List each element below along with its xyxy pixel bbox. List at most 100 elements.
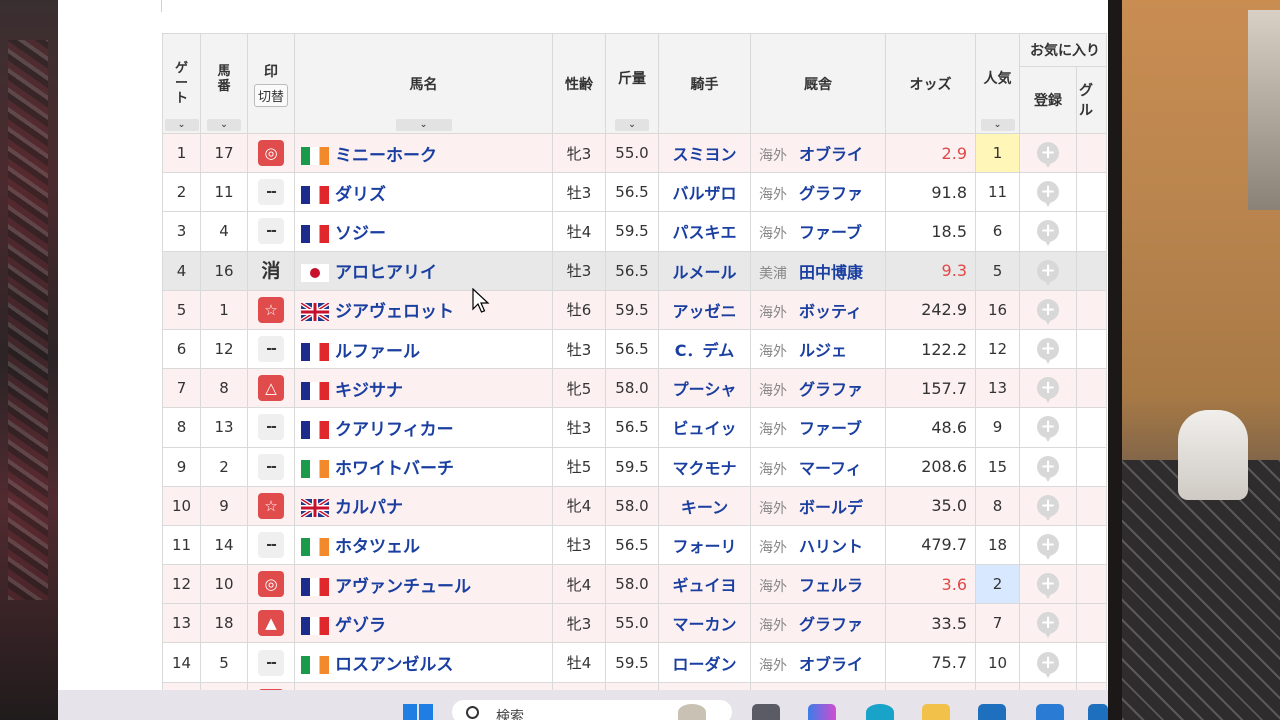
add-favorite-pin-icon[interactable]: + [1037,181,1059,208]
favorite-register-cell[interactable]: + [1019,368,1077,409]
prediction-mark-button[interactable]: -- [258,336,284,363]
jockey-link[interactable]: ルメール [658,250,751,291]
jockey-link[interactable]: C．デム [658,328,751,370]
jockey-link[interactable]: ビュイッ [658,407,751,448]
header-weight[interactable]: 斤量 ⌄ [605,33,659,134]
prediction-mark-button[interactable]: -- [258,414,284,441]
table-row[interactable]: 13 18 ▲ ゲゾラ 牝3 55.0 マーカン 海外 グラファ 33.5 7 + [162,603,1107,644]
trainer-link[interactable]: グラファ [799,615,863,634]
favorite-register-cell[interactable]: + [1019,524,1077,566]
jockey-link[interactable]: アッゼニ [658,289,751,330]
trainer-link[interactable]: オブライ [799,145,863,164]
favorite-register-cell[interactable]: + [1019,564,1077,605]
add-favorite-pin-icon[interactable]: + [1037,612,1059,639]
trainer-link[interactable]: ファーブ [799,223,862,242]
prediction-mark-button[interactable]: ◎ [258,140,284,167]
mark-cell[interactable]: △ [247,368,295,409]
mail-icon[interactable] [1036,704,1064,720]
trainer-link[interactable]: フェルラ [799,576,863,595]
mark-cell[interactable]: ◎ [247,132,295,174]
horse-name-link[interactable]: ホワイトバーチ [335,459,454,479]
horse-name-link[interactable]: アロヒアリイ [335,263,437,283]
jockey-link[interactable]: マーフィ [658,681,751,690]
trainer-link[interactable]: マーフィ [799,459,862,478]
mark-cell[interactable]: -- [247,446,295,487]
add-favorite-pin-icon[interactable]: + [1037,533,1059,560]
table-row[interactable]: 3 4 -- ソジー 牡4 59.5 パスキエ 海外 ファーブ 18.5 6 + [162,211,1107,252]
prediction-mark-button[interactable]: ☆ [258,296,284,323]
add-favorite-pin-icon[interactable]: + [1037,377,1059,404]
table-row[interactable]: 2 11 -- ダリズ 牡3 56.5 バルザロ 海外 グラファ 91.8 11 + [162,172,1107,213]
mark-cell[interactable]: -- [247,407,295,448]
jockey-link[interactable]: マーカン [658,603,751,644]
folder-icon[interactable] [922,704,950,720]
favorite-register-cell[interactable]: + [1019,603,1077,644]
jockey-link[interactable]: キーン [658,485,751,526]
header-popularity[interactable]: 人気 ⌄ [975,33,1020,134]
edge-icon[interactable] [866,704,894,720]
prediction-mark-button[interactable]: 消 [258,258,284,284]
windows-start-icon[interactable] [403,704,433,720]
prediction-mark-button[interactable]: △ [258,375,284,402]
favorite-register-cell[interactable]: + [1019,211,1077,252]
prediction-mark-button[interactable]: -- [258,453,284,480]
horse-name-link[interactable]: ジアヴェロット [335,302,454,322]
header-horse-name[interactable]: 馬名 ⌄ [294,33,553,134]
favorite-register-cell[interactable]: + [1019,485,1077,526]
table-row[interactable]: 12 10 ◎ アヴァンチュール 牝4 58.0 ギュイヨ 海外 フェルラ 3.6 2 + [162,564,1107,605]
favorite-register-cell[interactable]: + [1019,642,1077,683]
table-row[interactable]: 7 8 △ キジサナ 牝5 58.0 プーシャ 海外 グラファ 157.7 13 + [162,368,1107,409]
task-view-icon[interactable] [752,704,780,720]
table-row[interactable]: 14 5 -- ロスアンゼルス 牡4 59.5 ローダン 海外 オブライ 75.7 10 + [162,642,1107,683]
add-favorite-pin-icon[interactable]: + [1037,220,1059,247]
mark-cell[interactable]: 消 [247,250,295,291]
add-favorite-pin-icon[interactable]: + [1037,455,1059,482]
favorite-register-cell[interactable]: + [1019,407,1077,448]
add-favorite-pin-icon[interactable]: + [1037,259,1059,286]
table-row[interactable]: 10 9 ☆ カルパナ 牝4 58.0 キーン 海外 ボールデ 35.0 8 + [162,485,1107,526]
prediction-mark-button[interactable]: -- [258,649,284,676]
chevron-down-icon[interactable]: ⌄ [207,119,241,131]
horse-name-link[interactable]: キジサナ [335,381,403,401]
jockey-link[interactable]: スミヨン [658,132,751,174]
mark-cell[interactable]: ◎ [247,564,295,605]
add-favorite-pin-icon[interactable]: + [1037,651,1059,678]
add-favorite-pin-icon[interactable]: + [1037,338,1059,365]
mark-cell[interactable]: -- [247,328,295,370]
mark-cell[interactable]: ☆ [247,289,295,330]
jockey-link[interactable]: ローダン [658,642,751,683]
horse-name-link[interactable]: ソジー [335,224,386,244]
jockey-link[interactable]: マクモナ [658,446,751,487]
trainer-link[interactable]: ボッティ [799,302,862,321]
favorite-register-cell[interactable]: + [1019,328,1077,370]
trainer-link[interactable]: グラファ [799,184,863,203]
jockey-link[interactable]: バルザロ [658,172,751,213]
horse-name-link[interactable]: ロスアンゼルス [335,655,453,675]
trainer-link[interactable]: ルジェ [799,341,847,360]
horse-name-link[interactable]: ミニーホーク [335,146,437,166]
chevron-down-icon[interactable]: ⌄ [980,119,1015,131]
table-row[interactable]: 8 13 -- クアリフィカー 牡3 56.5 ビュイッ 海外 ファーブ 48.6 9 + [162,407,1107,448]
jockey-link[interactable]: パスキエ [658,211,751,252]
horse-name-link[interactable]: クアリフィカー [335,420,454,440]
prediction-mark-button[interactable]: ◎ [258,571,284,598]
add-favorite-pin-icon[interactable]: + [1037,416,1059,443]
favorite-register-cell[interactable]: + [1019,446,1077,487]
favorite-register-cell[interactable]: + [1019,250,1077,291]
trainer-link[interactable]: オブライ [799,655,863,674]
horse-name-link[interactable]: ゲゾラ [335,616,386,636]
mark-cell[interactable]: -- [247,524,295,566]
mark-cell[interactable]: ▲ [247,603,295,644]
mark-cell[interactable]: ☆ [247,485,295,526]
trainer-link[interactable]: グラファ [799,380,863,399]
app-icon[interactable] [1088,704,1108,720]
jockey-link[interactable]: フォーリ [658,524,751,566]
mark-toggle-button[interactable]: 切替 [253,83,288,107]
table-row[interactable]: 11 14 -- ホタツェル 牡3 56.5 フォーリ 海外 ハリント 479.7 18 + [162,524,1107,566]
horse-name-link[interactable]: ルファール [335,342,420,362]
table-row[interactable]: 4 16 消アロヒアリイ 牡3 56.5 ルメール 美浦 田中博康 9.3 5 + [162,250,1107,291]
mark-cell[interactable]: △ [247,681,295,690]
prediction-mark-button[interactable]: -- [258,179,284,206]
chevron-down-icon[interactable]: ⌄ [164,119,199,131]
mark-cell[interactable]: -- [247,642,295,683]
